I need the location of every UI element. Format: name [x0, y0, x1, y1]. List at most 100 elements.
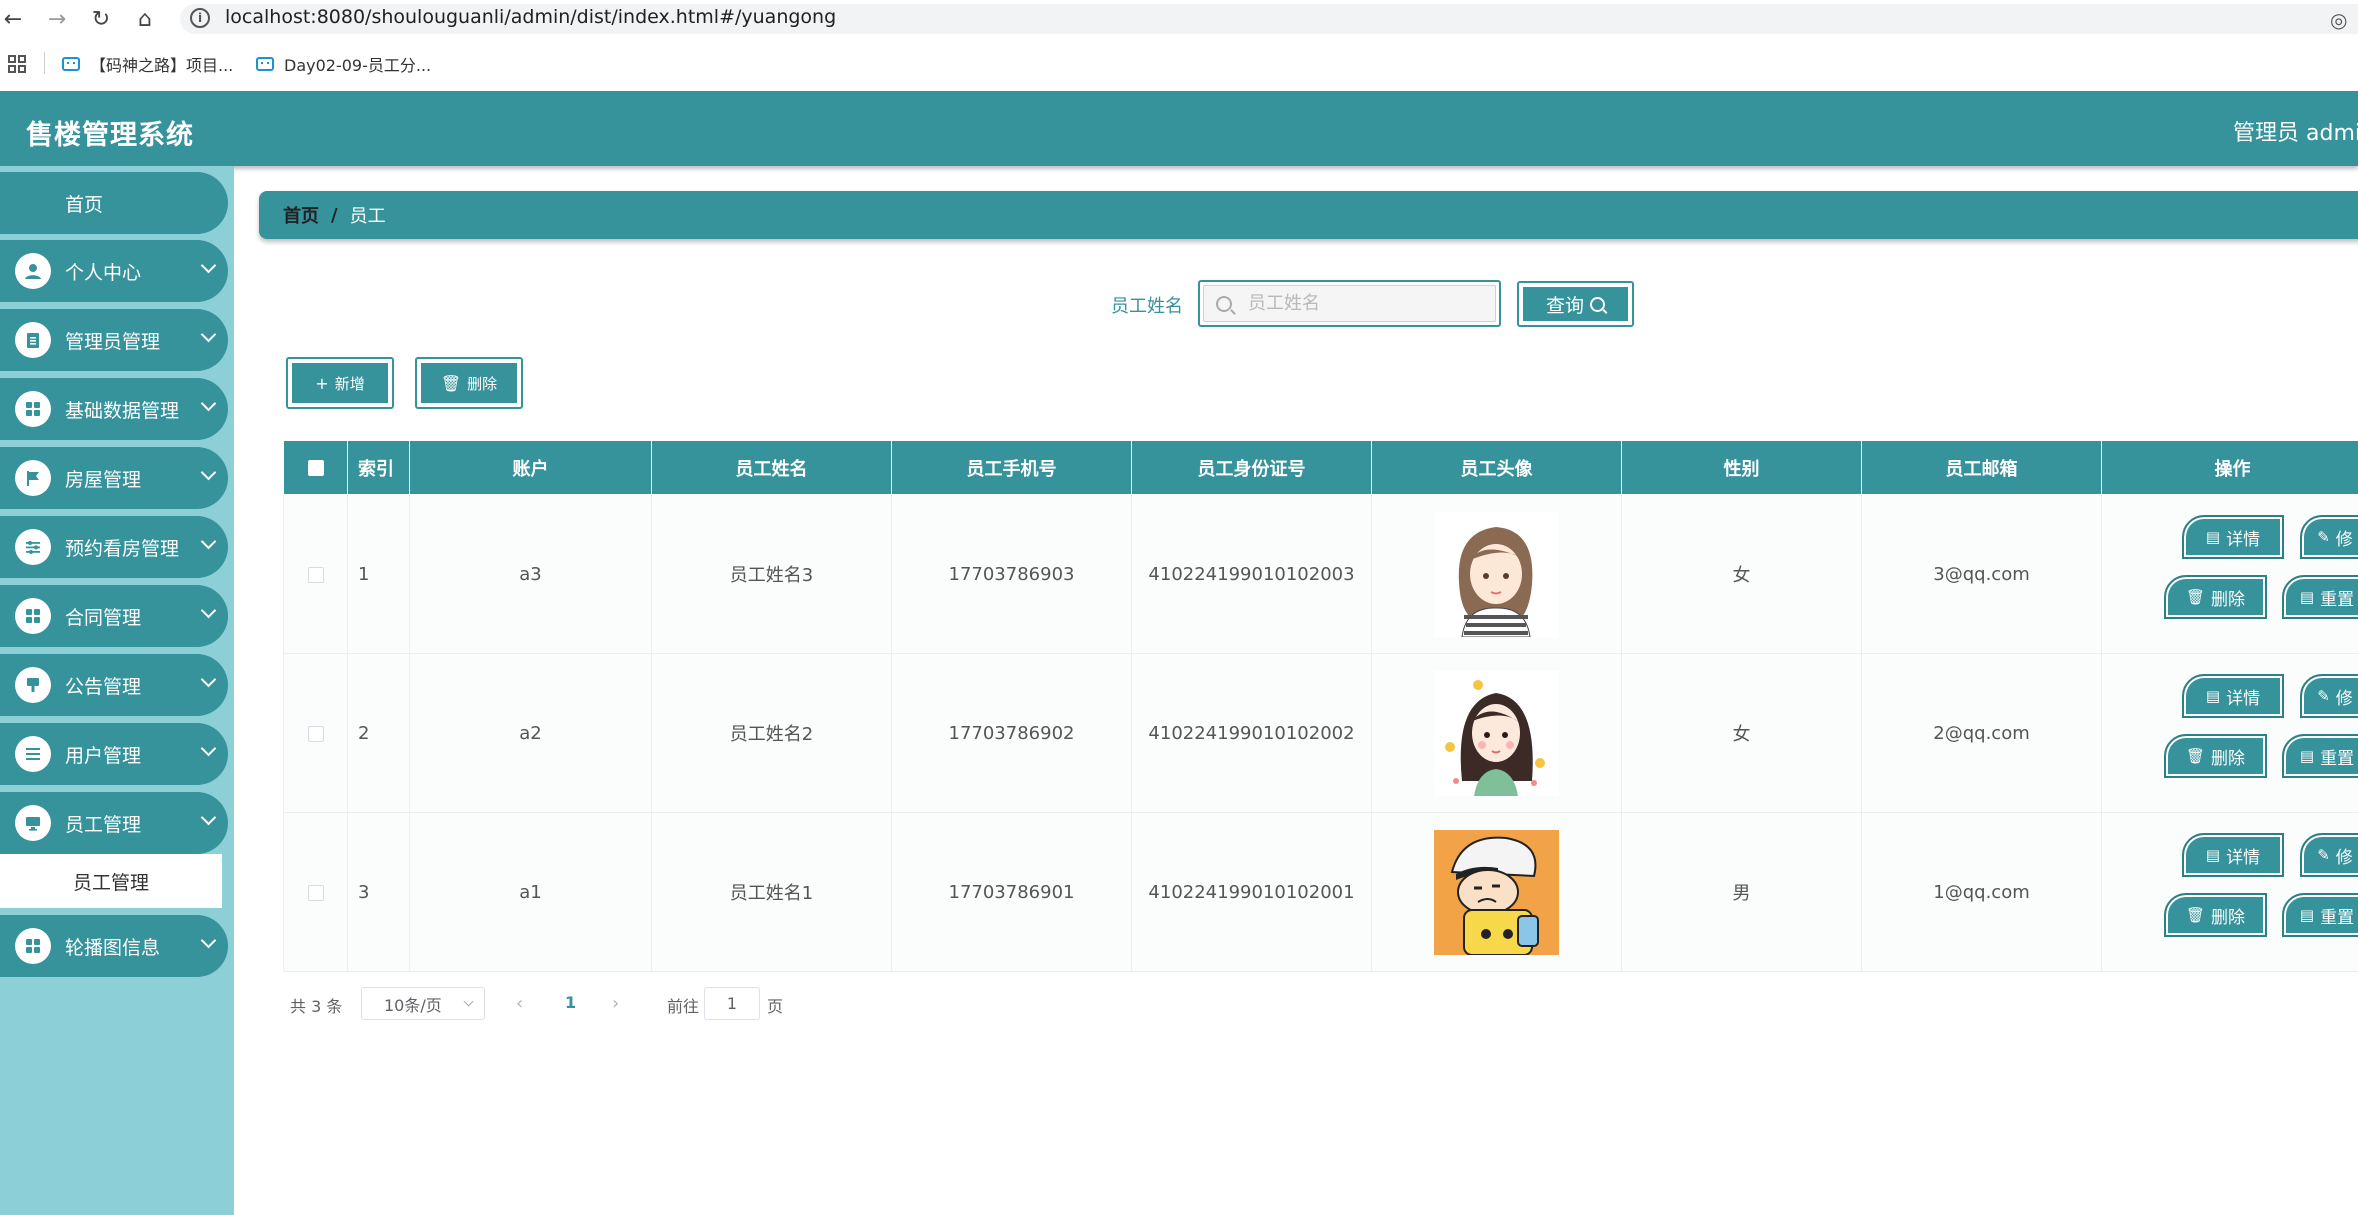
sidebar-item-users[interactable]: 用户管理	[0, 723, 228, 785]
page-size-select[interactable]: 10条/页	[361, 987, 485, 1020]
sidebar-item-personal-center[interactable]: 个人中心	[0, 240, 228, 302]
current-user[interactable]: 管理员 admin	[2233, 115, 2358, 147]
sidebar-item-carousel[interactable]: 轮播图信息	[0, 915, 228, 977]
sidebar-item-home[interactable]: 首页	[0, 172, 228, 234]
avatar-image[interactable]	[1434, 511, 1559, 637]
goto-page-input[interactable]: 1	[704, 987, 760, 1020]
edit-button[interactable]: ✎ 修	[2300, 515, 2358, 559]
column-header-index: 索引	[347, 440, 410, 495]
reset-button-label: 重置	[2320, 748, 2355, 769]
select-all-cell[interactable]	[283, 440, 348, 495]
delete-button[interactable]: 🗑 删除	[2164, 893, 2267, 937]
delete-button[interactable]: 🗑 删除	[2164, 734, 2267, 778]
reload-icon[interactable]: ↻	[84, 0, 118, 38]
edit-button-label: 修	[2335, 688, 2353, 709]
site-info-icon[interactable]: i	[190, 8, 210, 28]
row-select-cell[interactable]	[283, 494, 348, 654]
cell-actions: ▤ 详情 ✎ 修 🗑 删除 ▤ 重置	[2101, 812, 2358, 972]
table-row: 2 a2 员工姓名2 17703786902 41022419901010200…	[283, 653, 2358, 813]
detail-button[interactable]: ▤ 详情	[2182, 833, 2284, 877]
cell-email: 1@qq.com	[1861, 812, 2102, 972]
plus-icon: +	[315, 373, 329, 393]
reset-button[interactable]: ▤ 重置	[2282, 575, 2358, 619]
sidebar-item-employees[interactable]: 员工管理	[0, 792, 228, 854]
detail-button[interactable]: ▤ 详情	[2182, 515, 2284, 559]
chevron-down-icon	[200, 464, 217, 481]
reset-button[interactable]: ▤ 重置	[2282, 893, 2358, 937]
column-header-idcard: 员工身份证号	[1131, 440, 1372, 495]
sidebar-item-basic-data[interactable]: 基础数据管理	[0, 378, 228, 440]
column-header-name: 员工姓名	[651, 440, 892, 495]
document-icon: ▤	[2205, 687, 2221, 705]
cell-idcard: 410224199010102002	[1131, 653, 1372, 813]
table-header-row: 索引 账户 员工姓名 员工手机号 员工身份证号 员工头像 性别 员工邮箱 操作	[283, 440, 2358, 495]
edit-button[interactable]: ✎ 修	[2300, 833, 2358, 877]
url-text[interactable]: localhost:8080/shoulouguanli/admin/dist/…	[225, 6, 836, 28]
chevron-down-icon	[200, 257, 217, 274]
bilibili-icon	[256, 57, 274, 71]
add-button[interactable]: + 新增	[286, 357, 394, 409]
trash-icon: 🗑	[2185, 906, 2206, 924]
document-icon: ▤	[2205, 846, 2221, 864]
sidebar-item-notice[interactable]: 公告管理	[0, 654, 228, 716]
sidebar-subitem-employee-management[interactable]: 员工管理	[0, 854, 222, 908]
search-input[interactable]	[1246, 292, 1450, 315]
home-icon[interactable]: ⌂	[128, 0, 162, 38]
cell-index: 3	[347, 812, 410, 972]
sidebar-item-viewing-appointment[interactable]: 预约看房管理	[0, 516, 228, 578]
reset-button-label: 重置	[2320, 589, 2355, 610]
apps-icon[interactable]	[8, 55, 26, 73]
avatar-image[interactable]	[1434, 670, 1559, 796]
cell-account: a1	[409, 812, 652, 972]
bookmark-1[interactable]: 【码神之路】项目...	[62, 52, 233, 76]
flag-icon	[15, 460, 51, 496]
breadcrumb-home[interactable]: 首页	[283, 202, 319, 228]
forward-icon[interactable]: →	[40, 0, 74, 38]
search-field[interactable]	[1198, 280, 1501, 327]
trash-icon: 🗑	[2185, 588, 2206, 606]
delete-button[interactable]: 🗑 删除	[2164, 575, 2267, 619]
document-icon: ▤	[2299, 588, 2315, 606]
cell-avatar	[1371, 812, 1622, 972]
row-checkbox[interactable]	[307, 884, 324, 901]
trash-icon: 🗑	[440, 373, 462, 393]
row-select-cell[interactable]	[283, 653, 348, 813]
page-number-current[interactable]: 1	[565, 993, 576, 1012]
prev-page-icon[interactable]: ‹	[516, 993, 523, 1014]
cell-email: 3@qq.com	[1861, 494, 2102, 654]
cell-name: 员工姓名1	[651, 812, 892, 972]
avatar-image[interactable]	[1434, 829, 1559, 955]
edit-button-label: 修	[2335, 847, 2353, 868]
column-header-phone: 员工手机号	[891, 440, 1132, 495]
row-checkbox[interactable]	[307, 725, 324, 742]
sidebar-item-admin-management[interactable]: 管理员管理	[0, 309, 228, 371]
sidebar-item-house[interactable]: 房屋管理	[0, 447, 228, 509]
detail-button-label: 详情	[2226, 688, 2261, 709]
detail-button[interactable]: ▤ 详情	[2182, 674, 2284, 718]
app-header: 售楼管理系统 管理员 admin	[0, 91, 2358, 166]
bookmark-divider	[44, 52, 45, 74]
reset-button[interactable]: ▤ 重置	[2282, 734, 2358, 778]
edit-button[interactable]: ✎ 修	[2300, 674, 2358, 718]
cell-avatar	[1371, 653, 1622, 813]
chevron-down-icon	[200, 602, 217, 619]
edit-icon: ✎	[2317, 687, 2330, 705]
back-icon[interactable]: ←	[0, 0, 30, 38]
row-checkbox[interactable]	[307, 566, 324, 583]
eye-off-icon[interactable]: ◎	[2330, 8, 2347, 32]
edit-button-label: 修	[2335, 529, 2353, 550]
grid-icon	[15, 391, 51, 427]
batch-delete-button[interactable]: 🗑 删除	[415, 357, 523, 409]
browser-toolbar: ← → ↻ ⌂ i localhost:8080/shoulouguanli/a…	[0, 0, 2358, 38]
row-select-cell[interactable]	[283, 812, 348, 972]
brush-icon	[15, 667, 51, 703]
chevron-down-icon	[200, 809, 217, 826]
sidebar-item-contract[interactable]: 合同管理	[0, 585, 228, 647]
next-page-icon[interactable]: ›	[612, 993, 619, 1014]
select-all-checkbox[interactable]	[307, 460, 324, 476]
reset-button-label: 重置	[2320, 907, 2355, 928]
chevron-down-icon	[200, 932, 217, 949]
bookmark-2[interactable]: Day02-09-员工分...	[256, 52, 431, 76]
query-button[interactable]: 查询	[1517, 281, 1634, 327]
employee-table: 索引 账户 员工姓名 员工手机号 员工身份证号 员工头像 性别 员工邮箱 操作 …	[283, 440, 2358, 972]
